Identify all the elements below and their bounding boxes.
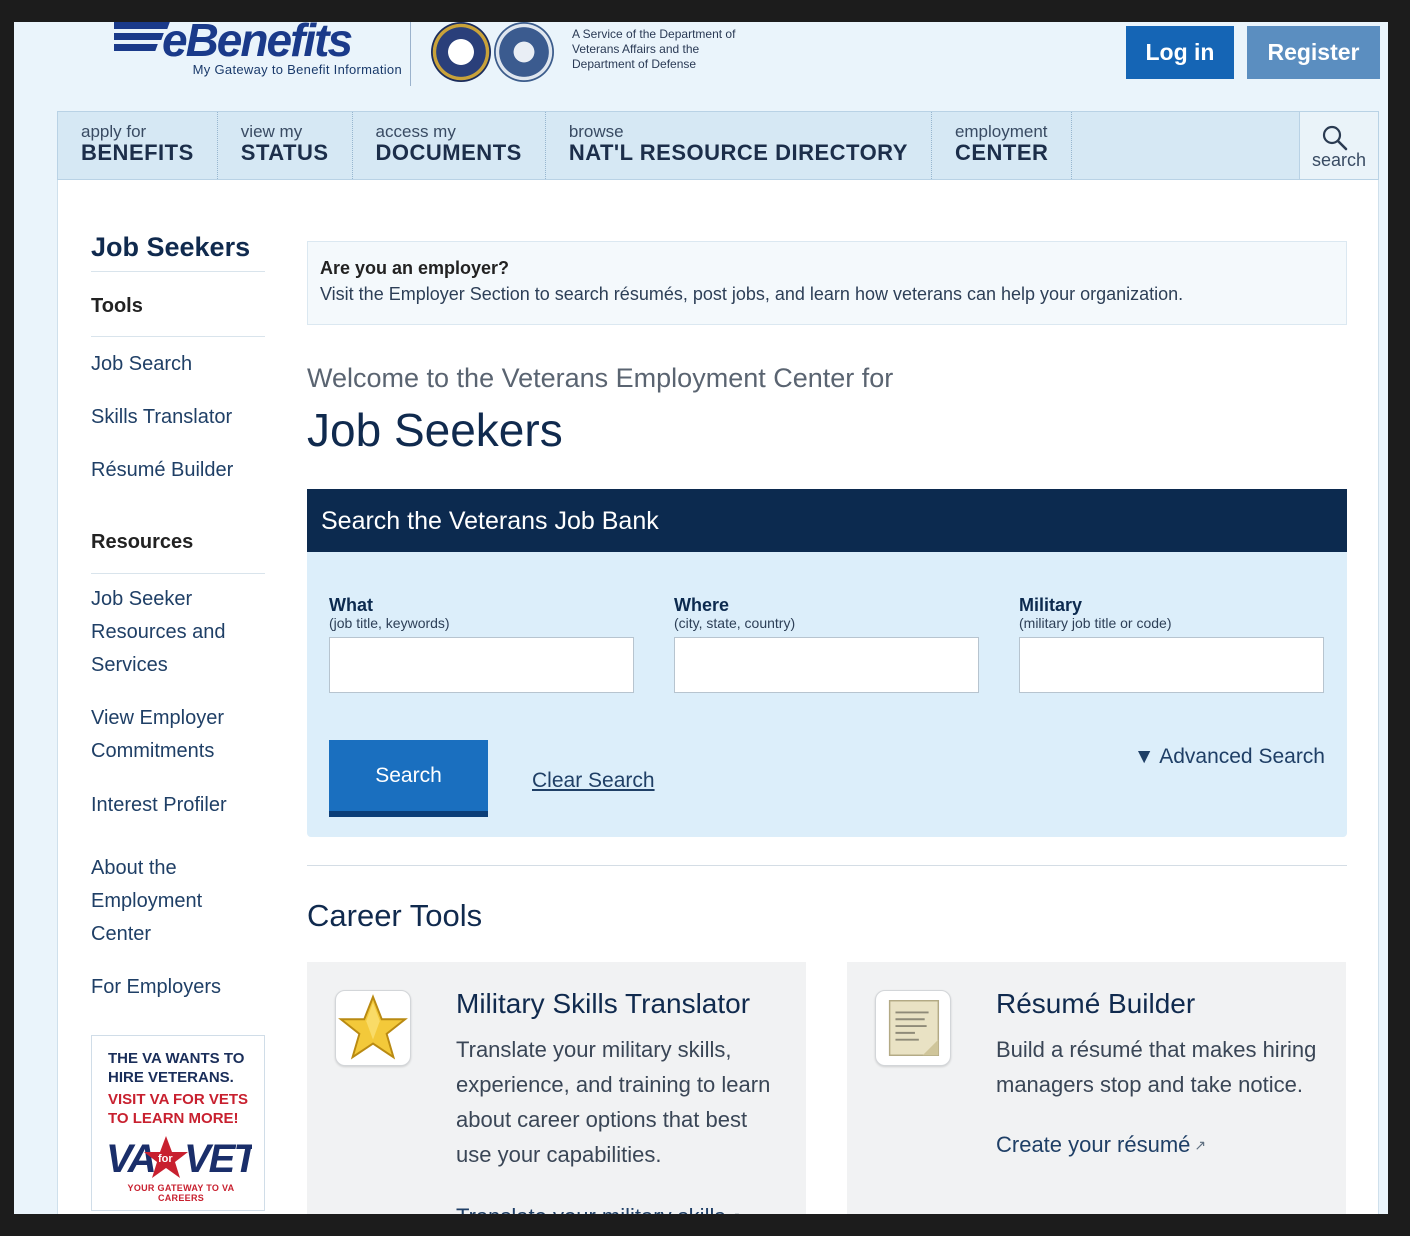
field-hint: (military job title or code) bbox=[1019, 615, 1172, 631]
field-label: Where bbox=[674, 595, 730, 615]
what-field: What (job title, keywords) bbox=[329, 595, 634, 693]
nav-item-small: employment bbox=[954, 122, 1048, 141]
employer-callout: Are you an employer? Visit the Employer … bbox=[307, 241, 1347, 325]
military-input[interactable] bbox=[1019, 637, 1324, 693]
sidebar-divider bbox=[91, 336, 265, 337]
where-input[interactable] bbox=[674, 637, 979, 693]
nav-item-status[interactable]: view my STATUS bbox=[218, 112, 353, 179]
card-link-label: Translate your military skills bbox=[456, 1204, 725, 1214]
va-seal-icon bbox=[431, 22, 491, 82]
nav-item-benefits[interactable]: apply for BENEFITS bbox=[58, 112, 218, 179]
nav-item-large: CENTER bbox=[954, 140, 1049, 165]
star-icon bbox=[335, 990, 411, 1066]
login-button[interactable]: Log in bbox=[1126, 26, 1234, 79]
ad-logo-text: VA bbox=[106, 1137, 155, 1180]
sidebar-item-resume-builder[interactable]: Résumé Builder bbox=[91, 454, 267, 487]
browser-viewport: eBenefits My Gateway to Benefit Informat… bbox=[14, 22, 1388, 1214]
clear-search-link[interactable]: Clear Search bbox=[532, 769, 655, 793]
where-field: Where (city, state, country) bbox=[674, 595, 979, 693]
register-button[interactable]: Register bbox=[1247, 26, 1380, 79]
sidebar-heading-resources: Resources bbox=[91, 531, 194, 553]
job-bank-heading: Search the Veterans Job Bank bbox=[307, 489, 1347, 552]
va-for-vets-banner[interactable]: THE VA WANTS TO HIRE VETERANS. VISIT VA … bbox=[91, 1035, 265, 1211]
card-resume-builder: Résumé Builder Build a résumé that makes… bbox=[847, 962, 1346, 1214]
card-link[interactable]: Create your résumé ↗ bbox=[996, 1132, 1206, 1158]
employer-section-link[interactable]: Visit the Employer Section to search rés… bbox=[320, 284, 1183, 304]
sidebar-item-job-search[interactable]: Job Search bbox=[91, 348, 267, 381]
ad-tagline: YOUR GATEWAY TO VA CAREERS bbox=[127, 1183, 235, 1203]
nav-search-button[interactable]: search bbox=[1299, 112, 1378, 179]
header-divider bbox=[410, 22, 411, 86]
nav-item-employment-center[interactable]: employment CENTER bbox=[932, 112, 1073, 179]
what-input[interactable] bbox=[329, 637, 634, 693]
dod-seal-icon bbox=[494, 22, 554, 82]
military-field: Military (military job title or code) bbox=[1019, 595, 1324, 693]
search-button[interactable]: Search bbox=[329, 740, 488, 817]
document-icon bbox=[875, 990, 951, 1066]
field-label: What bbox=[329, 595, 373, 615]
card-skills-translator: Military Skills Translator Translate you… bbox=[307, 962, 806, 1214]
ebenefits-wordmark: eBenefits bbox=[114, 22, 354, 66]
advanced-search-toggle[interactable]: ▼ Advanced Search bbox=[1134, 745, 1325, 769]
card-link[interactable]: Translate your military skills ↗ bbox=[456, 1204, 741, 1214]
nav-item-small: apply for bbox=[81, 122, 147, 141]
welcome-text: Welcome to the Veterans Employment Cente… bbox=[307, 363, 894, 393]
sidebar-title: Job Seekers bbox=[91, 232, 251, 262]
card-title: Military Skills Translator bbox=[456, 988, 751, 1019]
job-bank-search: Search the Veterans Job Bank What (job t… bbox=[307, 489, 1347, 837]
va-for-vets-logo: VA for VETS bbox=[106, 1136, 252, 1180]
logo-wordmark-text: eBenefits bbox=[162, 22, 352, 66]
card-description: Translate your military skills, experien… bbox=[456, 1037, 771, 1167]
ad-headline: THE VA WANTS TO HIRE VETERANS. bbox=[108, 1050, 245, 1086]
sidebar-item-skills-translator[interactable]: Skills Translator bbox=[91, 401, 267, 434]
field-hint: (job title, keywords) bbox=[329, 615, 450, 631]
external-link-icon: ↗ bbox=[1194, 1137, 1207, 1153]
search-icon bbox=[1322, 125, 1348, 151]
nav-item-documents[interactable]: access my DOCUMENTS bbox=[353, 112, 546, 179]
page-title: Job Seekers bbox=[307, 404, 563, 456]
nav-item-large: NAT'L RESOURCE DIRECTORY bbox=[568, 140, 908, 165]
section-divider bbox=[307, 865, 1347, 866]
nav-item-large: DOCUMENTS bbox=[375, 140, 522, 165]
field-label: Military bbox=[1019, 595, 1083, 615]
sidebar-item-interest-profiler[interactable]: Interest Profiler bbox=[91, 789, 267, 822]
employer-question: Are you an employer? bbox=[320, 258, 510, 278]
content-panel: Job Seekers Tools Job Search Skills Tran… bbox=[57, 180, 1379, 1214]
sidebar-divider bbox=[91, 573, 265, 574]
card-link-label: Create your résumé bbox=[996, 1132, 1191, 1157]
card-title: Résumé Builder bbox=[996, 988, 1196, 1019]
sidebar-item-for-employers[interactable]: For Employers bbox=[91, 971, 267, 1004]
nav-item-large: STATUS bbox=[240, 140, 329, 165]
career-tools-heading: Career Tools bbox=[307, 898, 483, 933]
nav-item-large: BENEFITS bbox=[81, 140, 194, 165]
ebenefits-logo[interactable]: eBenefits My Gateway to Benefit Informat… bbox=[114, 22, 404, 86]
logo-tagline: My Gateway to Benefit Information bbox=[192, 62, 402, 77]
ad-call-to-action: VISIT VA FOR VETS TO LEARN MORE! bbox=[108, 1091, 249, 1127]
nav-search-label: search bbox=[1311, 150, 1367, 170]
main-nav: apply for BENEFITS view my STATUS access… bbox=[57, 111, 1379, 180]
sidebar-heading-tools: Tools bbox=[91, 295, 143, 317]
svg-text:VETS: VETS bbox=[184, 1137, 252, 1180]
field-hint: (city, state, country) bbox=[674, 615, 796, 631]
card-description: Build a résumé that makes hiring manager… bbox=[996, 1037, 1317, 1097]
nav-item-small: browse bbox=[568, 122, 624, 141]
sidebar-item-employer-commitments[interactable]: View Employer Commitments bbox=[91, 702, 241, 768]
nav-item-small: view my bbox=[240, 122, 303, 141]
sidebar-divider bbox=[91, 271, 265, 272]
sidebar-item-about-employment-center[interactable]: About the Employment Center bbox=[91, 852, 221, 951]
external-link-icon: ↗ bbox=[729, 1209, 741, 1214]
svg-text:for: for bbox=[158, 1153, 173, 1165]
nav-item-small: access my bbox=[375, 122, 456, 141]
nav-item-resource-directory[interactable]: browse NAT'L RESOURCE DIRECTORY bbox=[546, 112, 932, 179]
service-statement: A Service of the Department of Veterans … bbox=[572, 27, 736, 71]
sidebar-item-job-seeker-resources[interactable]: Job Seeker Resources and Services bbox=[91, 583, 241, 682]
